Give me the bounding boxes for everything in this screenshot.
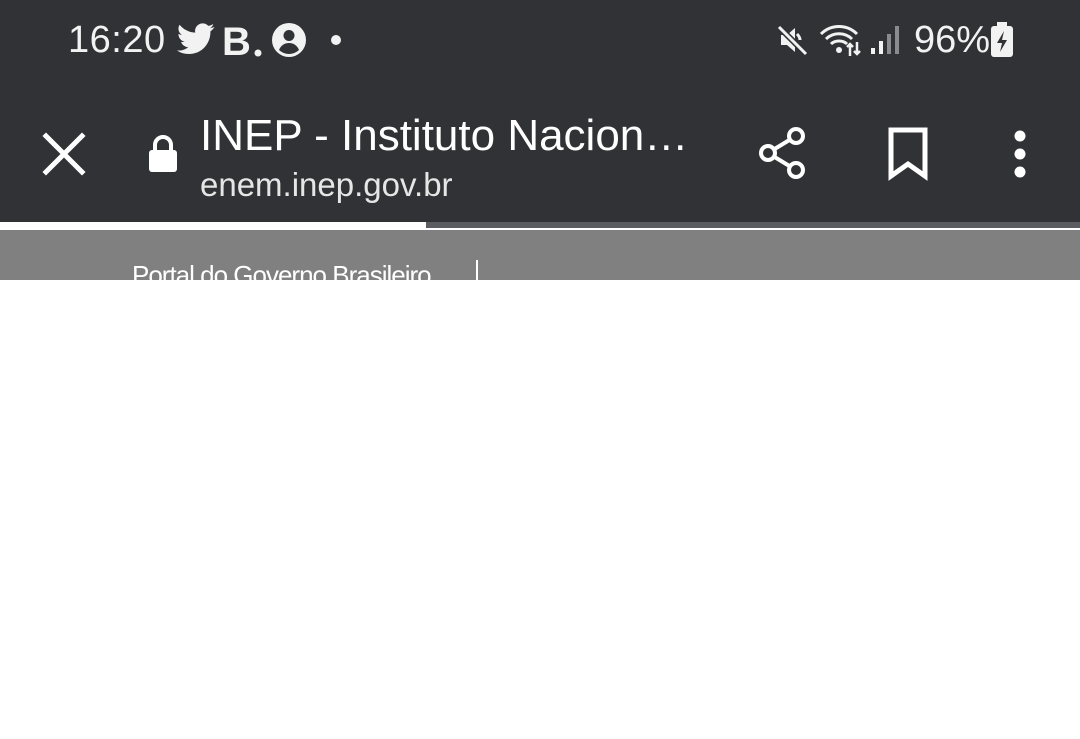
battery-percent: 96% — [914, 19, 991, 61]
status-bar: 16:20 B 96% — [0, 0, 1080, 82]
signal-icon — [871, 26, 899, 54]
battery-charging-icon — [991, 22, 1013, 57]
account-icon — [272, 23, 306, 57]
page-content — [0, 280, 1080, 739]
custom-tab-toolbar: INEP - Instituto Nacion… enem.inep.gov.b… — [0, 82, 1080, 222]
close-icon[interactable] — [36, 126, 92, 182]
page-title[interactable]: INEP - Instituto Nacion… — [200, 112, 700, 160]
bookmark-icon[interactable] — [884, 126, 932, 182]
more-vert-icon[interactable] — [1006, 128, 1034, 180]
twitter-icon — [177, 23, 215, 55]
dot-icon — [331, 35, 341, 45]
mute-icon — [776, 24, 809, 57]
share-icon[interactable] — [754, 124, 812, 182]
lock-icon[interactable] — [146, 134, 180, 174]
page-load-progress-fill — [0, 222, 426, 228]
status-time: 16:20 — [68, 19, 166, 61]
page-domain[interactable]: enem.inep.gov.br — [200, 166, 453, 204]
gov-portal-link[interactable]: Portal do Governo Brasileiro — [132, 260, 432, 280]
svg-text:B: B — [222, 20, 251, 60]
gov-br-bar: Portal do Governo Brasileiro — [0, 230, 1080, 280]
page-load-progress — [0, 222, 1080, 228]
wifi-icon — [819, 25, 861, 56]
b-app-icon: B — [222, 20, 262, 60]
gov-bar-divider — [476, 260, 478, 280]
